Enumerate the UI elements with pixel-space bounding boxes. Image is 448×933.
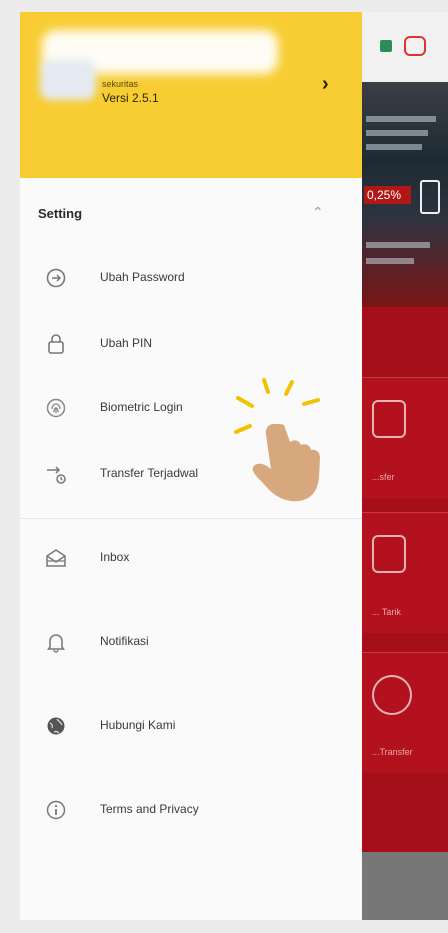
app-version: Versi 2.5.1 — [102, 91, 159, 105]
menu-item-label: Ubah Password — [100, 270, 185, 284]
menu-item-label: Hubungi Kami — [100, 718, 176, 732]
info-icon — [46, 800, 66, 820]
background-bottom-area — [362, 852, 448, 920]
background-card-label: ...sfer — [372, 472, 395, 482]
chevron-up-icon[interactable]: ⌃ — [312, 204, 324, 221]
background-card-label: ...Transfer — [372, 747, 413, 757]
menu-item-terms-and-privacy[interactable]: Terms and Privacy — [20, 788, 362, 832]
banner-text-line — [366, 242, 430, 248]
background-card-label: ... Tarik — [372, 607, 401, 617]
menu-item-label: Ubah PIN — [100, 336, 153, 350]
menu-item-label: Inbox — [100, 550, 130, 564]
background-app[interactable]: 0,25% ...sfer ... Tarik ...Transfer — [362, 12, 448, 920]
menu-item-label: Notifikasi — [100, 634, 149, 648]
scheduled-transfer-icon — [47, 466, 66, 484]
phone-screen: 0,25% ...sfer ... Tarik ...Transfer seku… — [20, 12, 448, 920]
password-icon — [46, 268, 66, 288]
banner-text-line — [366, 144, 422, 150]
banner-text-line — [366, 130, 428, 136]
background-menu-card[interactable]: ...sfer — [362, 377, 448, 498]
bell-icon — [47, 634, 65, 653]
section-divider — [20, 518, 362, 519]
navigation-drawer: sekuritas Versi 2.5.1 › Setting ⌃ Ubah P… — [20, 12, 362, 920]
menu-item-ubah-pin[interactable]: Ubah PIN — [20, 322, 362, 366]
menu-item-ubah-password[interactable]: Ubah Password — [20, 256, 362, 300]
chevron-right-icon[interactable]: › — [322, 74, 329, 94]
banner-text-line — [366, 258, 414, 264]
background-promo-banner[interactable]: 0,25% — [362, 82, 448, 307]
menu-item-inbox[interactable]: Inbox — [20, 536, 362, 580]
transfer-circle-icon — [372, 675, 412, 715]
drawer-header[interactable]: sekuritas Versi 2.5.1 › — [20, 12, 362, 178]
background-app-topbar — [362, 12, 448, 82]
blurred-avatar — [40, 60, 96, 100]
banner-text-line — [366, 116, 436, 122]
transfer-icon — [372, 400, 406, 438]
lock-icon — [48, 334, 64, 354]
menu-item-label: Transfer Terjadwal — [100, 466, 199, 480]
globe-icon — [47, 717, 65, 735]
status-square-icon — [380, 40, 392, 52]
fingerprint-icon — [46, 398, 66, 418]
menu-item-hubungi-kami[interactable]: Hubungi Kami — [20, 704, 362, 748]
chat-icon[interactable] — [404, 36, 426, 56]
banner-rate-badge: 0,25% — [364, 186, 411, 204]
withdraw-icon — [372, 535, 406, 573]
menu-item-label: Biometric Login — [100, 400, 183, 414]
tap-hand-icon — [234, 378, 320, 502]
setting-section-title[interactable]: Setting — [38, 206, 82, 221]
app-subtitle: sekuritas — [102, 79, 139, 89]
banner-phone-icon — [420, 180, 440, 214]
background-menu-card[interactable]: ... Tarik — [362, 512, 448, 633]
inbox-icon — [46, 549, 66, 567]
background-menu-grid: ...sfer ... Tarik ...Transfer — [362, 307, 448, 852]
menu-item-notifikasi[interactable]: Notifikasi — [20, 620, 362, 664]
menu-item-label: Terms and Privacy — [100, 802, 199, 816]
background-menu-card[interactable]: ...Transfer — [362, 652, 448, 773]
